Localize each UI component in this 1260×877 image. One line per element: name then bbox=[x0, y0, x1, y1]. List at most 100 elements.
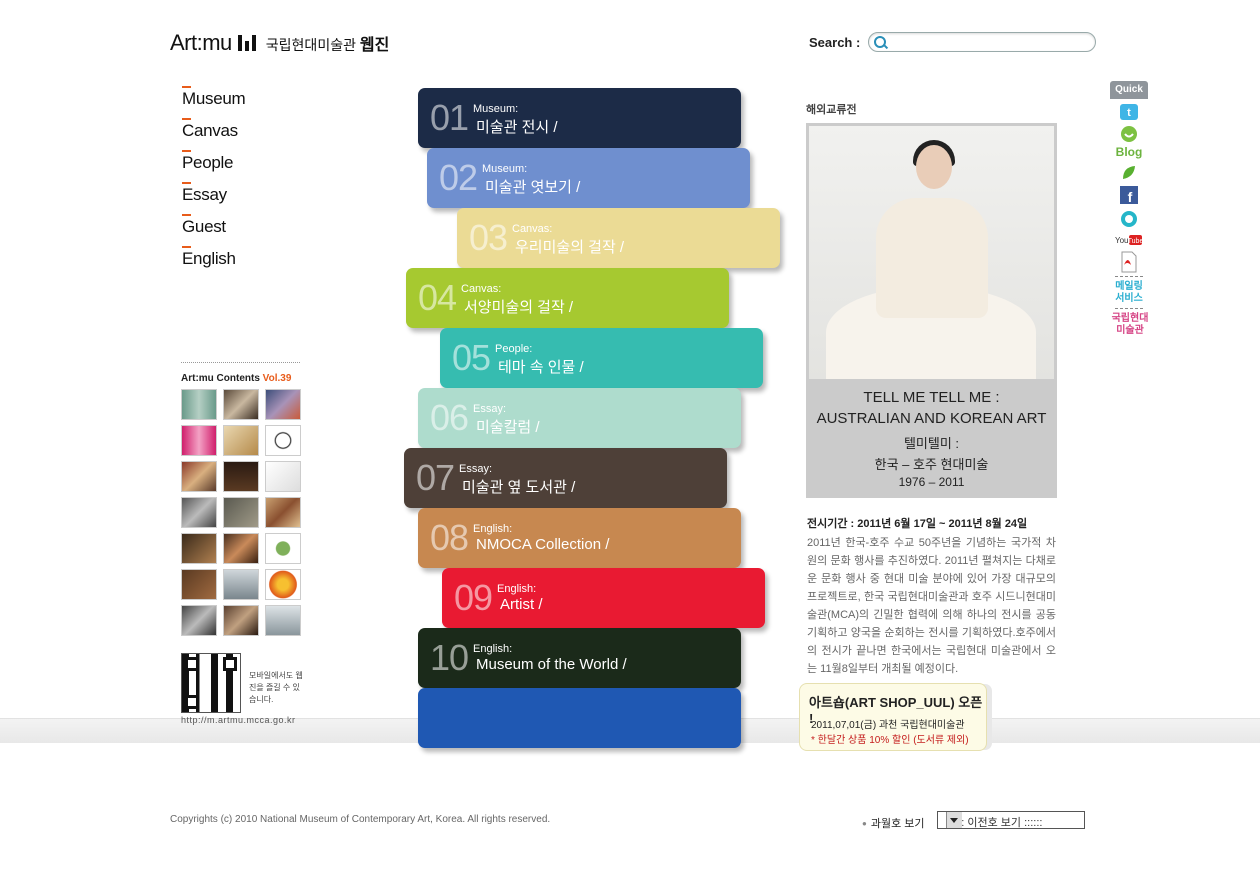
contents-thumbnail[interactable] bbox=[181, 425, 217, 456]
exhibition-card[interactable]: TELL ME TELL ME : AUSTRALIAN AND KOREAN … bbox=[806, 123, 1057, 498]
museum-mark-icon bbox=[237, 35, 256, 51]
contents-volume: Vol.39 bbox=[262, 373, 292, 384]
leaf-icon[interactable] bbox=[1119, 163, 1139, 181]
exhibition-period: 전시기간 : 2011년 6월 17일 ~ 2011년 8월 24일 bbox=[807, 518, 1028, 530]
tab-title: 미술관 전시 / bbox=[476, 119, 558, 136]
menu-item-english[interactable]: English bbox=[182, 246, 245, 278]
contents-thumbnail[interactable] bbox=[181, 533, 217, 564]
tab-category: Museum: bbox=[482, 163, 528, 175]
site-logo[interactable]: Art:mu 국립현대미술관 웹진 bbox=[170, 30, 389, 56]
mobile-qr-code bbox=[181, 653, 241, 713]
exhibition-title-ko-2: 한국 – 호주 현대미술 bbox=[874, 457, 989, 472]
svg-text:You: You bbox=[1115, 236, 1129, 245]
contents-thumbnail[interactable] bbox=[223, 389, 259, 420]
tab-05[interactable]: 05 People: 테마 속 인물 / bbox=[440, 328, 763, 388]
contents-thumbnail[interactable] bbox=[181, 461, 217, 492]
search-bar: Search : bbox=[809, 32, 1097, 52]
search-box[interactable] bbox=[868, 32, 1097, 52]
tab-08[interactable]: 08 English: NMOCA Collection / bbox=[418, 508, 741, 568]
tab-number: 08 bbox=[430, 517, 469, 558]
tab-number: 04 bbox=[418, 277, 457, 318]
contents-thumbnail[interactable] bbox=[265, 389, 301, 420]
contents-thumbnail[interactable] bbox=[223, 425, 259, 456]
menu-item-museum[interactable]: Museum bbox=[182, 86, 246, 118]
mobile-url[interactable]: http://m.artmu.mcca.go.kr bbox=[181, 715, 296, 725]
contents-thumbnail[interactable] bbox=[265, 569, 301, 600]
tab-09[interactable]: 09 English: Artist / bbox=[442, 568, 765, 628]
twitter-icon[interactable]: t bbox=[1119, 103, 1139, 121]
contents-thumbnail[interactable] bbox=[265, 461, 301, 492]
search-icon[interactable] bbox=[874, 36, 887, 48]
contents-thumbnail[interactable] bbox=[181, 605, 217, 636]
tab-02[interactable]: 02 Museum: 미술관 엿보기 / bbox=[427, 148, 750, 208]
youtube-icon[interactable]: You Tube bbox=[1115, 233, 1143, 247]
contents-thumbnail[interactable] bbox=[181, 389, 217, 420]
tab-03[interactable]: 03 Canvas: 우리미술의 걸작 / bbox=[457, 208, 780, 268]
tab-01[interactable]: 01 Museum: 미술관 전시 / bbox=[418, 88, 741, 148]
contents-thumbnail[interactable] bbox=[181, 569, 217, 600]
search-label: Search : bbox=[809, 34, 861, 50]
logo-subtitle-bold: 웹진 bbox=[359, 37, 390, 54]
tab-title: 테마 속 인물 / bbox=[498, 359, 584, 376]
menu-item-label: People bbox=[182, 153, 234, 172]
facebook-icon[interactable]: f bbox=[1119, 185, 1139, 205]
contents-thumbnail[interactable] bbox=[265, 533, 301, 564]
contents-thumbnail[interactable] bbox=[181, 497, 217, 528]
menu-item-people[interactable]: People bbox=[182, 150, 245, 182]
tab-category: Canvas: bbox=[512, 223, 553, 235]
art-shop-notice[interactable]: 아트숍(ART SHOP_UUL) 오픈 ! 2011,07,01(금) 과천 … bbox=[799, 683, 987, 751]
contents-thumbnail[interactable] bbox=[265, 605, 301, 636]
circle-icon[interactable] bbox=[1119, 209, 1139, 229]
exhibition-label: 해외교류전 bbox=[806, 104, 857, 116]
contents-thumbnail[interactable] bbox=[223, 605, 259, 636]
search-input[interactable] bbox=[891, 34, 1092, 52]
mailing-service-link[interactable]: 메일링 서비스 bbox=[1114, 281, 1144, 305]
tab-number: 05 bbox=[452, 337, 491, 378]
contents-thumbnail[interactable] bbox=[223, 569, 259, 600]
tab-category: Museum: bbox=[473, 103, 519, 115]
contents-thumbnail-grid bbox=[181, 389, 301, 636]
menu-item-guest[interactable]: Guest bbox=[182, 214, 245, 246]
contents-thumbnail[interactable] bbox=[223, 533, 259, 564]
tab-06[interactable]: 06 Essay: 미술칼럼 / bbox=[418, 388, 741, 448]
chevron-down-icon[interactable] bbox=[946, 812, 962, 828]
tab-blank[interactable] bbox=[418, 688, 741, 748]
tab-07[interactable]: 07 Essay: 미술관 옆 도서관 / bbox=[404, 448, 727, 508]
museum-link[interactable]: 국립현대 미술관 bbox=[1110, 313, 1150, 337]
contents-brand: Art:mu Contents bbox=[181, 373, 260, 384]
logo-subtitle: 국립현대미술관 웹진 bbox=[266, 31, 390, 55]
menu-item-canvas[interactable]: Canvas bbox=[182, 118, 245, 150]
svg-text:t: t bbox=[1127, 107, 1131, 119]
contents-thumbnail[interactable] bbox=[265, 425, 301, 456]
main-menu: Museum Canvas People Essay Guest English bbox=[182, 86, 246, 278]
divider bbox=[181, 362, 300, 363]
tab-title: 서양미술의 걸작 / bbox=[464, 299, 574, 316]
tab-title: Artist / bbox=[500, 596, 543, 613]
me2day-icon[interactable] bbox=[1119, 125, 1139, 145]
contents-thumbnail[interactable] bbox=[265, 497, 301, 528]
tab-04[interactable]: 04 Canvas: 서양미술의 걸작 / bbox=[406, 268, 729, 328]
quick-header: Quick bbox=[1110, 81, 1148, 99]
past-issues-label: 과월호 보기 bbox=[862, 815, 925, 831]
tab-number: 09 bbox=[454, 577, 493, 618]
blog-link[interactable]: Blog bbox=[1110, 145, 1148, 159]
pdf-icon[interactable] bbox=[1119, 251, 1139, 273]
tab-category: English: bbox=[497, 583, 537, 595]
menu-item-essay[interactable]: Essay bbox=[182, 182, 245, 214]
tab-10[interactable]: 10 English: Museum of the World / bbox=[418, 628, 741, 688]
contents-title: Art:mu Contents Vol.39 bbox=[181, 373, 291, 384]
tab-category: Essay: bbox=[473, 403, 507, 415]
exhibition-description: 2011년 한국-호주 수교 50주년을 기념하는 국가적 차원의 문화 행사를… bbox=[807, 537, 1056, 675]
past-issue-select[interactable]: :::::: 이전호 보기 :::::: bbox=[937, 811, 1085, 829]
tab-category: English: bbox=[473, 643, 513, 655]
logo-subtitle-normal: 국립현대미술관 bbox=[265, 37, 360, 53]
exhibition-years: 1976 – 2011 bbox=[898, 475, 965, 489]
tab-number: 02 bbox=[439, 157, 478, 198]
copyright: Copyrights (c) 2010 National Museum of C… bbox=[170, 814, 551, 825]
logo-brand: Art:mu bbox=[170, 30, 232, 55]
contents-thumbnail[interactable] bbox=[223, 461, 259, 492]
tab-category: People: bbox=[495, 343, 533, 355]
menu-item-label: Essay bbox=[182, 185, 227, 204]
contents-thumbnail[interactable] bbox=[223, 497, 259, 528]
svg-text:f: f bbox=[1128, 189, 1133, 205]
